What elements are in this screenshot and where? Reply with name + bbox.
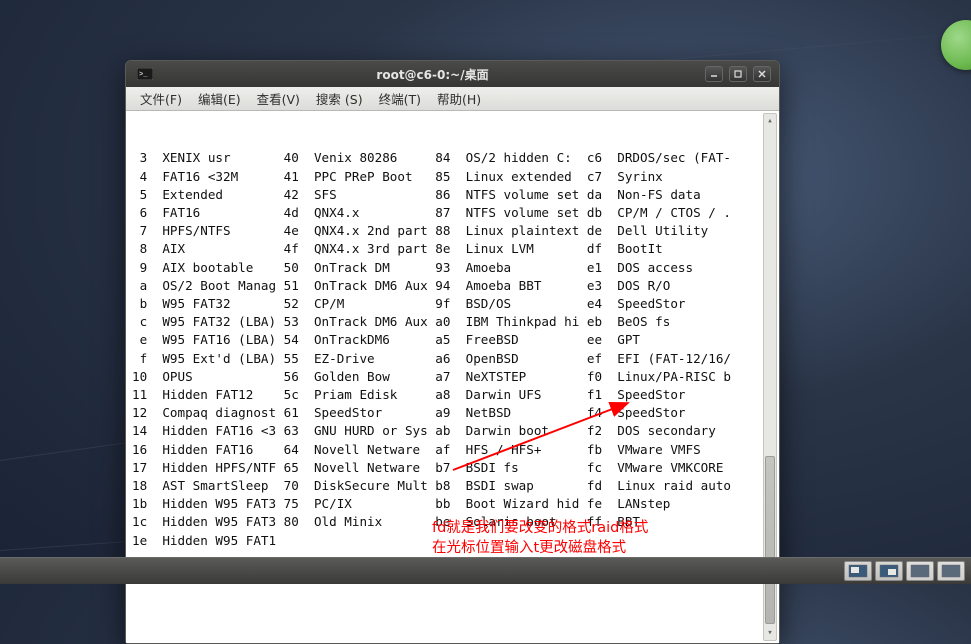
workspace-1[interactable] (844, 561, 872, 581)
menu-search[interactable]: 搜索 (S) (308, 86, 371, 111)
taskbar (0, 557, 971, 584)
menu-terminal[interactable]: 终端(T) (371, 86, 429, 111)
partition-type-list: 3 XENIX usr 40 Venix 80286 84 OS/2 hidde… (132, 149, 779, 549)
terminal-app-icon: >_ (136, 67, 154, 81)
maximize-button[interactable] (729, 66, 747, 82)
scroll-up-button[interactable]: ▴ (765, 115, 775, 127)
desktop-badge (941, 20, 971, 70)
menu-file[interactable]: 文件(F) (132, 86, 190, 111)
menu-edit[interactable]: 编辑(E) (190, 86, 249, 111)
workspace-4[interactable] (937, 561, 965, 581)
titlebar[interactable]: >_ root@c6-0:~/桌面 (126, 61, 779, 87)
menubar: 文件(F) 编辑(E) 查看(V) 搜索 (S) 终端(T) 帮助(H) (126, 87, 779, 111)
scrollbar-thumb[interactable] (765, 456, 775, 624)
annotation-line2: 在光标位置输入t更改磁盘格式 (432, 540, 626, 556)
scroll-down-button[interactable]: ▾ (765, 627, 775, 639)
svg-text:>_: >_ (139, 71, 148, 79)
minimize-button[interactable] (705, 66, 723, 82)
annotation-line1: fd就是我们要改变的格式raid格式 (432, 520, 648, 536)
menu-help[interactable]: 帮助(H) (429, 86, 489, 111)
workspace-3[interactable] (906, 561, 934, 581)
close-button[interactable] (753, 66, 771, 82)
annotation-text: fd就是我们要改变的格式raid格式 在光标位置输入t更改磁盘格式 (432, 518, 648, 558)
workspace-2[interactable] (875, 561, 903, 581)
window-title: root@c6-0:~/桌面 (160, 66, 705, 83)
menu-view[interactable]: 查看(V) (249, 86, 308, 111)
